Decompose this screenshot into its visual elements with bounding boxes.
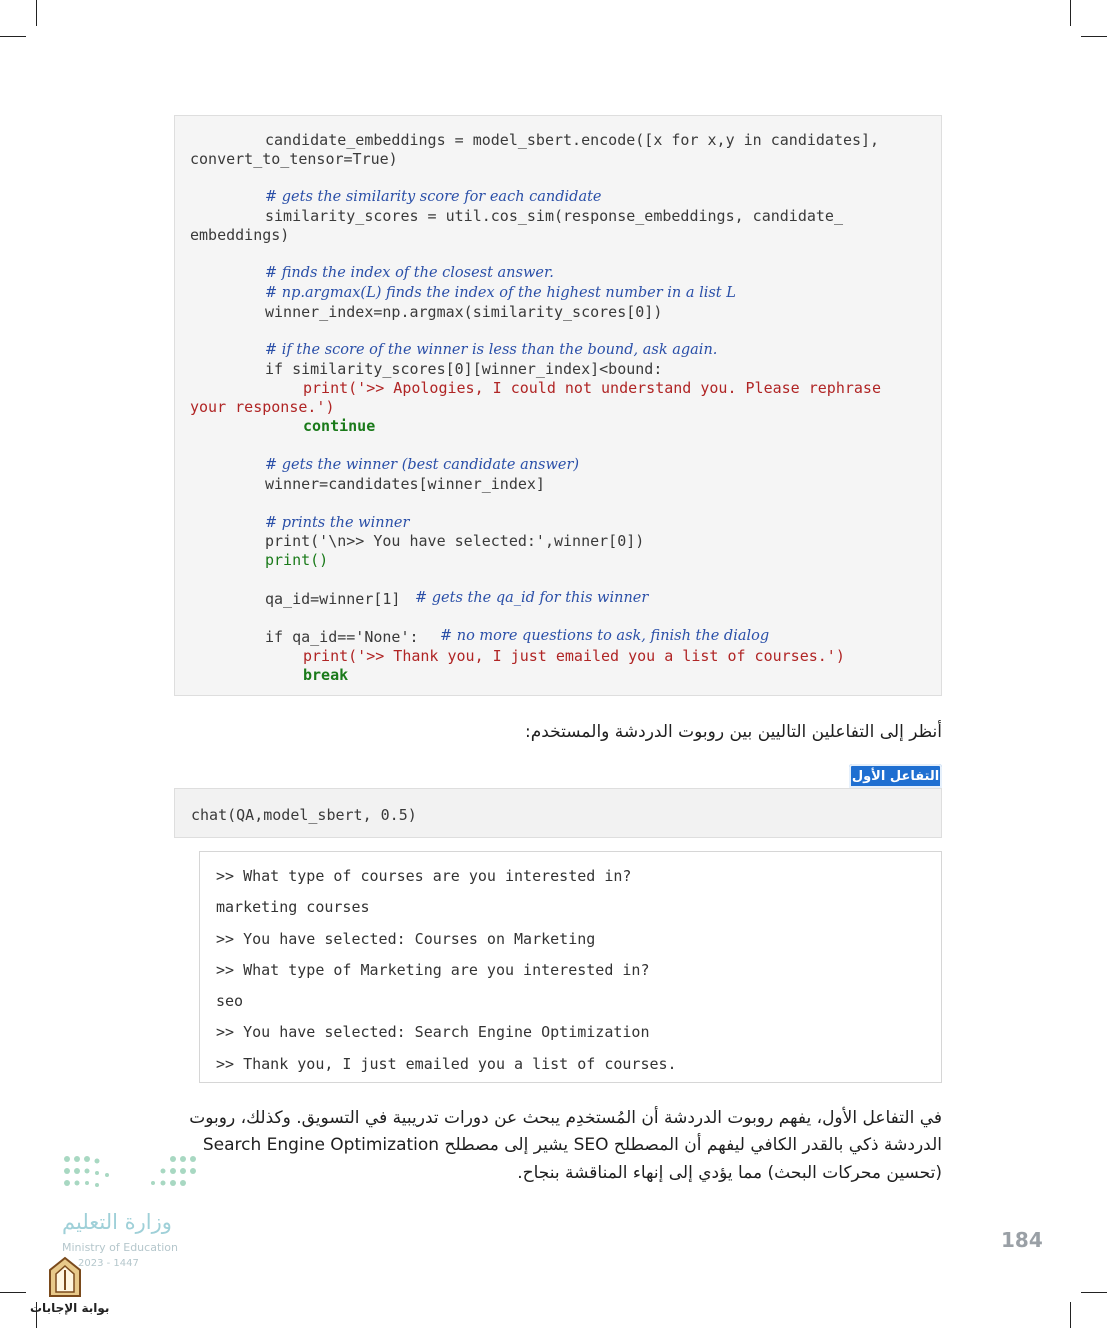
code-line-encode: candidate_embeddings = model_sbert.encod… — [265, 131, 880, 149]
code-line-print-thank: print('>> Thank you, I just emailed you … — [303, 647, 845, 665]
code-line-if-similarity: if similarity_scores[0][winner_index]<bo… — [265, 360, 663, 378]
code-line-print-empty: print() — [265, 551, 329, 569]
code-comment: # np.argmax(L) finds the index of the hi… — [265, 285, 736, 301]
portal-logo-label: بوابة الإجابات — [30, 1301, 110, 1315]
code-comment: # finds the index of the closest answer. — [265, 265, 554, 281]
output-line: >> You have selected: Courses on Marketi… — [216, 930, 596, 948]
crop-mark — [1070, 0, 1071, 26]
page-number: 184 — [1001, 1228, 1043, 1252]
crop-mark — [36, 0, 37, 26]
code-line-winner-index: winner_index=np.argmax(similarity_scores… — [265, 303, 663, 321]
code-line-break: break — [303, 666, 349, 684]
interaction-badge: التفاعل الأول — [849, 764, 942, 788]
code-comment: # gets the winner (best candidate answer… — [265, 457, 580, 473]
code-line-similarity: similarity_scores = util.cos_sim(respons… — [265, 207, 843, 225]
section-heading: أنظر إلى التفاعلين التاليين بين روبوت ال… — [524, 722, 942, 742]
paragraph-line: (تحسين محركات البحث) مما يؤدي إلى إنهاء … — [517, 1163, 942, 1183]
code-line-chat-call: chat(QA,model_sbert, 0.5) — [191, 806, 417, 824]
output-line: >> What type of courses are you interest… — [216, 867, 632, 885]
output-line: >> Thank you, I just emailed you a list … — [216, 1055, 677, 1073]
ministry-name-en: Ministry of Education — [62, 1241, 179, 1254]
code-comment: # gets the qa_id for this winner — [415, 590, 649, 606]
code-line-continue: continue — [303, 417, 376, 435]
code-line-similarity-cont: embeddings) — [190, 226, 290, 244]
output-line: >> You have selected: Search Engine Opti… — [216, 1023, 650, 1041]
code-line-print-apology: print('>> Apologies, I could not underst… — [303, 379, 881, 397]
ministry-year: 2023 - 1447 — [78, 1258, 139, 1269]
code-line-winner: winner=candidates[winner_index] — [265, 475, 545, 493]
crop-mark — [1081, 36, 1107, 37]
code-comment: # prints the winner — [265, 515, 410, 531]
code-line-print-selected: print('\n>> You have selected:',winner[0… — [265, 532, 645, 550]
output-line: >> What type of Marketing are you intere… — [216, 961, 650, 979]
paragraph-line: الدردشة ذكي بالقدر الكافي ليفهم أن المصط… — [203, 1135, 942, 1155]
output-block: >> What type of courses are you interest… — [199, 851, 942, 1083]
ministry-name-ar: وزارة التعليم — [62, 1210, 172, 1234]
code-comment: # no more questions to ask, finish the d… — [440, 628, 770, 644]
ministry-dots-icon — [64, 1156, 196, 1187]
crop-mark — [0, 1292, 26, 1293]
code-call-block: chat(QA,model_sbert, 0.5) — [174, 788, 942, 838]
output-line: marketing courses — [216, 898, 370, 916]
output-line: seo — [216, 992, 244, 1010]
code-line-qa-id: qa_id=winner[1] — [265, 590, 401, 608]
crop-mark — [1081, 1292, 1107, 1293]
code-comment: # gets the similarity score for each can… — [265, 189, 602, 205]
code-line-print-apology-cont: your response.') — [190, 398, 335, 416]
paragraph-line: في التفاعل الأول، يفهم روبوت الدردشة أن … — [189, 1108, 942, 1128]
paragraph-text: الدردشة ذكي بالقدر الكافي ليفهم أن المصط… — [444, 1135, 942, 1155]
paragraph-term: Search Engine Optimization — [202, 1135, 440, 1155]
crop-mark — [1070, 1302, 1071, 1328]
crop-mark — [0, 36, 26, 37]
portal-logo-icon — [49, 1256, 81, 1297]
code-line-if-qa: if qa_id=='None': — [265, 628, 419, 646]
code-line-encode-cont: convert_to_tensor=True) — [190, 150, 398, 168]
code-comment: # if the score of the winner is less tha… — [265, 342, 718, 358]
